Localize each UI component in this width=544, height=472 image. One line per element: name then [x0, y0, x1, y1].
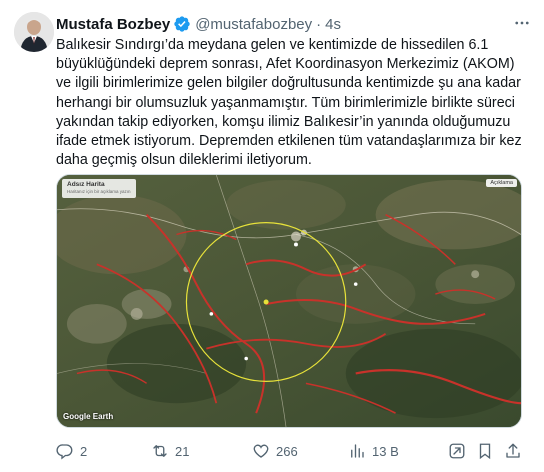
separator-dot: ·: [316, 15, 322, 33]
like-button[interactable]: 266: [252, 442, 298, 460]
map-title-panel: Adsız Harita Haritanız için bir açıklama…: [62, 179, 136, 198]
like-count: 266: [276, 443, 298, 459]
avatar-photo: [14, 12, 54, 52]
tweet[interactable]: Mustafa Bozbey @mustafabozbey · 4s Balık…: [0, 0, 544, 472]
verified-badge-icon[interactable]: [173, 15, 191, 33]
reply-button[interactable]: 2: [56, 442, 87, 460]
more-icon[interactable]: [510, 12, 534, 34]
views-count: 13 B: [372, 443, 399, 459]
repost-icon: [153, 445, 167, 457]
repost-count: 21: [175, 443, 190, 459]
author-name[interactable]: Mustafa Bozbey: [56, 16, 170, 33]
repost-button[interactable]: 21: [151, 442, 189, 460]
tweet-header: Mustafa Bozbey @mustafabozbey · 4s: [56, 13, 530, 35]
map-title: Adsız Harita: [67, 181, 105, 188]
heart-icon: [253, 444, 269, 458]
map-satellite-image: [57, 175, 521, 427]
bookmark-icon[interactable]: [476, 442, 494, 463]
google-earth-watermark: Google Earth: [63, 412, 114, 421]
reply-count: 2: [80, 443, 88, 459]
tweet-body: Balıkesir Sındırgı’da meydana gelen ve k…: [56, 37, 522, 169]
views-button[interactable]: 13 B: [348, 442, 399, 460]
grok-icon[interactable]: [448, 442, 466, 463]
reply-icon: [56, 444, 73, 460]
author-handle[interactable]: @mustafabozbey: [195, 16, 312, 33]
share-icon[interactable]: [504, 442, 522, 463]
tweet-timestamp[interactable]: 4s: [325, 16, 341, 33]
tweet-text: Balıkesir Sındırgı’da meydana gelen ve k…: [56, 36, 526, 170]
views-icon: [351, 444, 364, 458]
avatar[interactable]: [14, 12, 54, 52]
map-subtitle: Haritanız için bir açıklama yazın: [67, 189, 131, 194]
map-legend: Açıklama: [486, 179, 517, 187]
tweet-media-image[interactable]: Adsız Harita Haritanız için bir açıklama…: [56, 174, 522, 428]
tweet-actions: 2 21 266 13 B: [56, 440, 526, 464]
